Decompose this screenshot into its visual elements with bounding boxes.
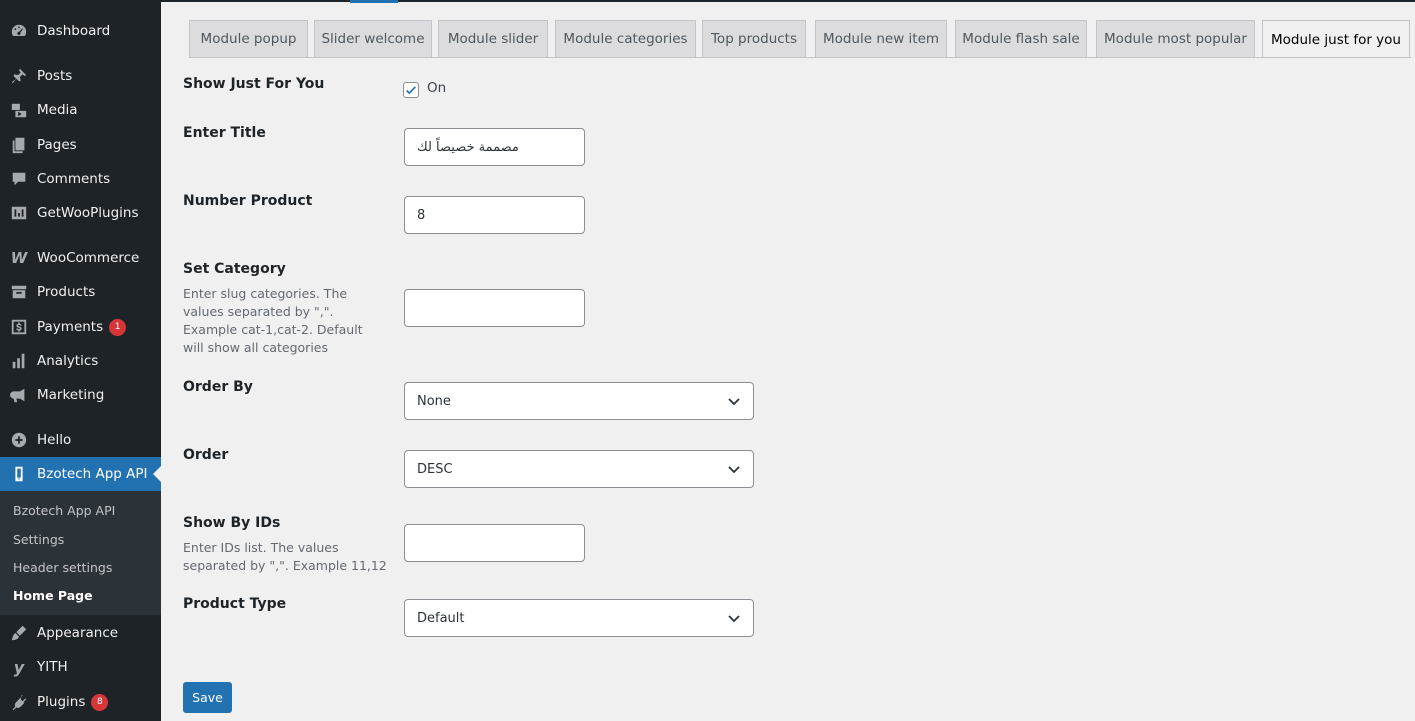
sidebar-item-label: Bzotech App API [37, 466, 148, 482]
tab-slider-welcome[interactable]: Slider welcome [314, 20, 432, 57]
enter-title-label: Enter Title [183, 125, 266, 141]
title-input-value: مصممة خصيصاً لك [417, 139, 519, 155]
order-value: DESC [417, 461, 453, 477]
sidebar-item-label: Media [37, 102, 78, 118]
plug-icon [9, 692, 29, 712]
sidebar-item-hello[interactable]: Hello [0, 423, 161, 457]
dollar-icon [9, 317, 29, 337]
sidebar-item-label: Plugins [37, 694, 86, 710]
comment-icon [9, 169, 29, 189]
save-button[interactable]: Save [183, 682, 232, 713]
submenu-item-settings[interactable]: Settings [13, 532, 64, 547]
plus-circle-icon [9, 430, 29, 450]
chevron-down-icon [728, 398, 740, 406]
sidebar-item-comments[interactable]: Comments [0, 162, 161, 196]
sidebar-item-label: Dashboard [37, 23, 111, 39]
sidebar-item-analytics[interactable]: Analytics [0, 344, 161, 378]
submenu-item-header-settings[interactable]: Header settings [13, 560, 112, 575]
number-product-label: Number Product [183, 193, 313, 209]
order-select[interactable]: DESC [404, 450, 754, 488]
sidebar-item-pages[interactable]: Pages [0, 128, 161, 162]
sidebar-item-payments[interactable]: Payments 1 [0, 310, 161, 344]
show-just-for-you-label: Show Just For You [183, 76, 325, 92]
bar-chart-icon [9, 351, 29, 371]
order-by-value: None [417, 393, 451, 409]
sidebar-item-posts[interactable]: Posts [0, 59, 161, 93]
phone-icon [9, 464, 29, 484]
sidebar-item-label: WooCommerce [37, 250, 140, 266]
sidebar-item-label: Appearance [37, 625, 119, 641]
order-by-select[interactable]: None [404, 382, 754, 420]
megaphone-icon [9, 385, 29, 405]
sidebar-item-bzotech-app-api[interactable]: Bzotech App API [0, 457, 161, 491]
show-by-ids-description: Enter IDs list. The values separated by … [183, 540, 387, 573]
sidebar-item-label: Pages [37, 137, 77, 153]
tab-top-products[interactable]: Top products [702, 20, 806, 57]
loading-indicator [350, 0, 398, 3]
media-icon [9, 100, 29, 120]
tab-module-just-for-you[interactable]: Module just for you [1262, 20, 1410, 58]
woo-icon: W [10, 249, 28, 267]
yith-icon: y [13, 657, 25, 677]
checkbox-on-label: On [427, 80, 447, 96]
sidebar-item-plugins[interactable]: Plugins 8 [0, 685, 161, 719]
number-product-input[interactable]: 8 [404, 196, 585, 234]
tab-module-flash-sale[interactable]: Module flash sale [955, 20, 1087, 57]
pin-icon [9, 66, 29, 86]
tab-module-new-item[interactable]: Module new item [815, 20, 947, 57]
sidebar-item-marketing[interactable]: Marketing [0, 378, 161, 412]
order-by-label: Order By [183, 379, 253, 395]
sidebar-submenu: Bzotech App API Settings Header settings… [0, 491, 161, 615]
sidebar-item-label: Posts [37, 68, 73, 84]
category-input[interactable] [404, 289, 585, 327]
product-type-select[interactable]: Default [404, 599, 754, 637]
product-type-label: Product Type [183, 596, 287, 612]
chevron-down-icon [728, 466, 740, 474]
notification-badge: 8 [91, 693, 109, 711]
brush-icon [9, 623, 29, 643]
check-icon [406, 86, 416, 95]
sidebar-item-media[interactable]: Media [0, 93, 161, 127]
sidebar-item-label: GetWooPlugins [37, 205, 139, 221]
number-input-value: 8 [417, 207, 426, 223]
plugins-sort-icon [9, 203, 29, 223]
chevron-down-icon [728, 615, 740, 623]
sidebar-item-appearance[interactable]: Appearance [0, 616, 161, 650]
admin-sidebar: Dashboard Posts Media Pages Comments Get… [0, 0, 161, 721]
sidebar-item-label: Marketing [37, 387, 105, 403]
tab-module-categories[interactable]: Module categories [555, 20, 696, 57]
sidebar-item-label: Analytics [37, 353, 99, 369]
tab-module-popup[interactable]: Module popup [189, 20, 308, 57]
sidebar-item-label: Products [37, 284, 96, 300]
set-category-description: Enter slug categories. The values separa… [183, 286, 363, 355]
sidebar-item-label: Payments [37, 319, 104, 335]
sidebar-item-label: Comments [37, 171, 111, 187]
pages-icon [9, 135, 29, 155]
sidebar-item-products[interactable]: Products [0, 275, 161, 309]
archive-icon [9, 282, 29, 302]
product-type-value: Default [417, 610, 465, 626]
show-by-ids-label: Show By IDs [183, 515, 281, 531]
tab-module-most-popular[interactable]: Module most popular [1096, 20, 1255, 57]
set-category-label: Set Category [183, 261, 286, 277]
tab-module-slider[interactable]: Module slider [438, 20, 548, 57]
submenu-item-home-page[interactable]: Home Page [13, 588, 93, 603]
sidebar-item-label: YITH [37, 659, 68, 675]
show-just-for-you-checkbox[interactable] [403, 82, 419, 98]
submenu-item-bzotech-app-api[interactable]: Bzotech App API [13, 503, 115, 518]
ids-input[interactable] [404, 524, 585, 562]
sidebar-item-yith[interactable]: y YITH [0, 650, 161, 684]
tabs-divider [189, 57, 1411, 58]
sidebar-item-getwooplugins[interactable]: GetWooPlugins [0, 196, 161, 230]
title-input[interactable]: مصممة خصيصاً لك [404, 128, 585, 166]
order-label: Order [183, 447, 229, 463]
sidebar-item-label: Hello [37, 432, 72, 448]
sidebar-item-dashboard[interactable]: Dashboard [0, 14, 161, 48]
dashboard-icon [9, 21, 29, 41]
sidebar-item-woocommerce[interactable]: W WooCommerce [0, 241, 161, 275]
notification-badge: 1 [109, 318, 127, 336]
